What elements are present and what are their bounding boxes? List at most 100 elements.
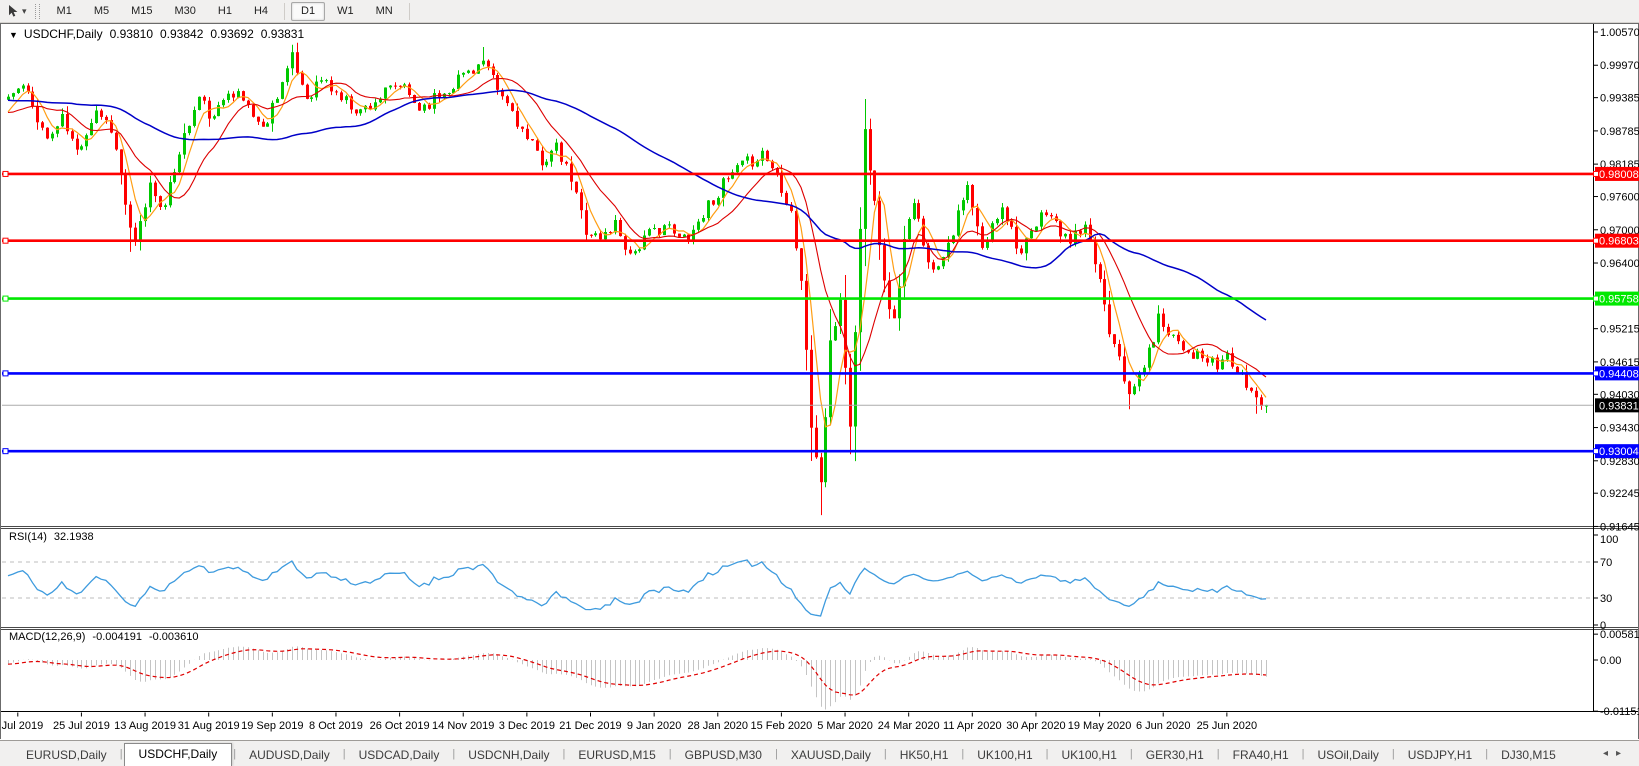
candle-body xyxy=(36,105,39,123)
price-line-label: 0.94408 xyxy=(1599,368,1639,380)
tab-usdchf-daily[interactable]: USDCHF,Daily xyxy=(123,743,233,766)
tab-usdcnh-daily[interactable]: USDCNH,Daily xyxy=(456,745,561,766)
chart-canvas[interactable]: 1.005700.999700.993850.987850.981850.976… xyxy=(0,23,1639,740)
candle-body xyxy=(1030,230,1033,239)
hline-anchor[interactable] xyxy=(2,237,9,244)
price-line-handle[interactable] xyxy=(1593,295,1599,302)
candle-body xyxy=(741,160,744,166)
candle-body xyxy=(448,93,451,95)
candle-body xyxy=(257,116,260,122)
tab-scroll-right-icon[interactable]: ▸ xyxy=(1616,748,1629,759)
candle-body xyxy=(648,229,651,236)
timeframe-mn[interactable]: MN xyxy=(366,2,403,21)
tab-fra40-h1[interactable]: FRA40,H1 xyxy=(1221,745,1301,766)
candle-body xyxy=(1079,230,1082,234)
candle-body xyxy=(996,219,999,224)
candle-body xyxy=(457,74,460,89)
hline-anchor[interactable] xyxy=(2,170,9,177)
timeframe-w1[interactable]: W1 xyxy=(327,2,364,21)
candle-body xyxy=(291,52,294,69)
candle-body xyxy=(1035,226,1038,231)
candle-body xyxy=(1040,212,1043,227)
price-tick-label: 0.97600 xyxy=(1600,192,1639,204)
price-line-handle[interactable] xyxy=(1593,448,1599,455)
toolbar-separator xyxy=(284,2,286,20)
rsi-tick-label: 100 xyxy=(1600,534,1618,546)
timeframe-m30[interactable]: M30 xyxy=(165,2,206,21)
candle-body xyxy=(624,236,627,250)
date-label: 25 Jun 2020 xyxy=(1197,720,1258,732)
candle-body xyxy=(1113,334,1116,344)
price-line-handle[interactable] xyxy=(1593,170,1599,177)
price-line-handle[interactable] xyxy=(1593,237,1599,244)
timeframe-h4[interactable]: H4 xyxy=(244,2,278,21)
candle-body xyxy=(384,87,387,99)
timeframe-m5[interactable]: M5 xyxy=(84,2,119,21)
candle-body xyxy=(932,262,935,270)
date-label: 6 Jun 2020 xyxy=(1136,720,1190,732)
candle-body xyxy=(638,249,641,252)
candle-body xyxy=(340,92,343,101)
candle-body xyxy=(834,326,837,341)
candle-body xyxy=(335,91,338,93)
tab-usdcad-daily[interactable]: USDCAD,Daily xyxy=(347,745,452,766)
timeframe-m1[interactable]: M1 xyxy=(47,2,82,21)
hline-anchor[interactable] xyxy=(2,370,9,377)
candle-body xyxy=(423,104,426,111)
tab-eurusd-m15[interactable]: EURUSD,M15 xyxy=(566,745,667,766)
candle-body xyxy=(472,70,475,74)
toolbar-separator xyxy=(408,2,410,20)
tab-usoil-daily[interactable]: USOil,Daily xyxy=(1306,745,1391,766)
tab-xauusd-daily[interactable]: XAUUSD,Daily xyxy=(779,745,883,766)
candle-body xyxy=(594,233,597,236)
cursor-tool-button[interactable]: ▾ xyxy=(4,2,30,21)
candle-body xyxy=(1099,264,1102,279)
candle-body xyxy=(149,182,152,208)
candle-body xyxy=(1250,387,1253,391)
candle-body xyxy=(668,224,671,226)
candle-body xyxy=(820,457,823,483)
date-label: 25 Jul 2019 xyxy=(53,720,110,732)
candle-body xyxy=(976,208,979,227)
candle-body xyxy=(707,200,710,218)
tab-gbpusd-m30[interactable]: GBPUSD,M30 xyxy=(673,745,774,766)
candle-body xyxy=(619,220,622,237)
candle-body xyxy=(428,104,431,109)
candle-body xyxy=(604,232,607,240)
candle-body xyxy=(17,88,20,93)
toolbar-grip[interactable] xyxy=(34,3,40,19)
price-line-handle[interactable] xyxy=(1593,370,1599,377)
hline-anchor[interactable] xyxy=(2,448,9,455)
candle-body xyxy=(1236,366,1239,373)
candle-body xyxy=(301,72,304,85)
candle-body xyxy=(1162,313,1165,327)
tab-hk50-h1[interactable]: HK50,H1 xyxy=(888,745,961,766)
tab-usdjpy-h1[interactable]: USDJPY,H1 xyxy=(1396,745,1484,766)
candle-body xyxy=(981,226,984,248)
candle-body xyxy=(1001,207,1004,219)
candle-body xyxy=(237,91,240,98)
candle-body xyxy=(320,80,323,82)
candle-body xyxy=(345,96,348,101)
tab-uk100-h1[interactable]: UK100,H1 xyxy=(1050,745,1129,766)
candle-body xyxy=(795,210,798,249)
tab-uk100-h1[interactable]: UK100,H1 xyxy=(965,745,1044,766)
timeframe-m15[interactable]: M15 xyxy=(121,2,162,21)
macd-tick-label: -0.011514 xyxy=(1600,706,1639,718)
candle-body xyxy=(1103,279,1106,305)
price-tick-label: 0.99385 xyxy=(1600,93,1639,105)
candle-body xyxy=(164,205,167,207)
timeframe-h1[interactable]: H1 xyxy=(208,2,242,21)
hline-anchor[interactable] xyxy=(2,295,9,302)
tab-scroll-left-icon[interactable]: ◂ xyxy=(1603,748,1616,759)
tab-ger30-h1[interactable]: GER30,H1 xyxy=(1134,745,1216,766)
candle-body xyxy=(227,93,230,100)
tab-eurusd-daily[interactable]: EURUSD,Daily xyxy=(14,745,119,766)
candle-body xyxy=(800,248,803,281)
candle-body xyxy=(839,299,842,326)
tab-dj30-m15[interactable]: DJ30,M15 xyxy=(1489,745,1568,766)
timeframe-d1[interactable]: D1 xyxy=(291,1,326,21)
candle-body xyxy=(1108,304,1111,335)
candle-body xyxy=(296,52,299,73)
tab-audusd-daily[interactable]: AUDUSD,Daily xyxy=(237,745,342,766)
